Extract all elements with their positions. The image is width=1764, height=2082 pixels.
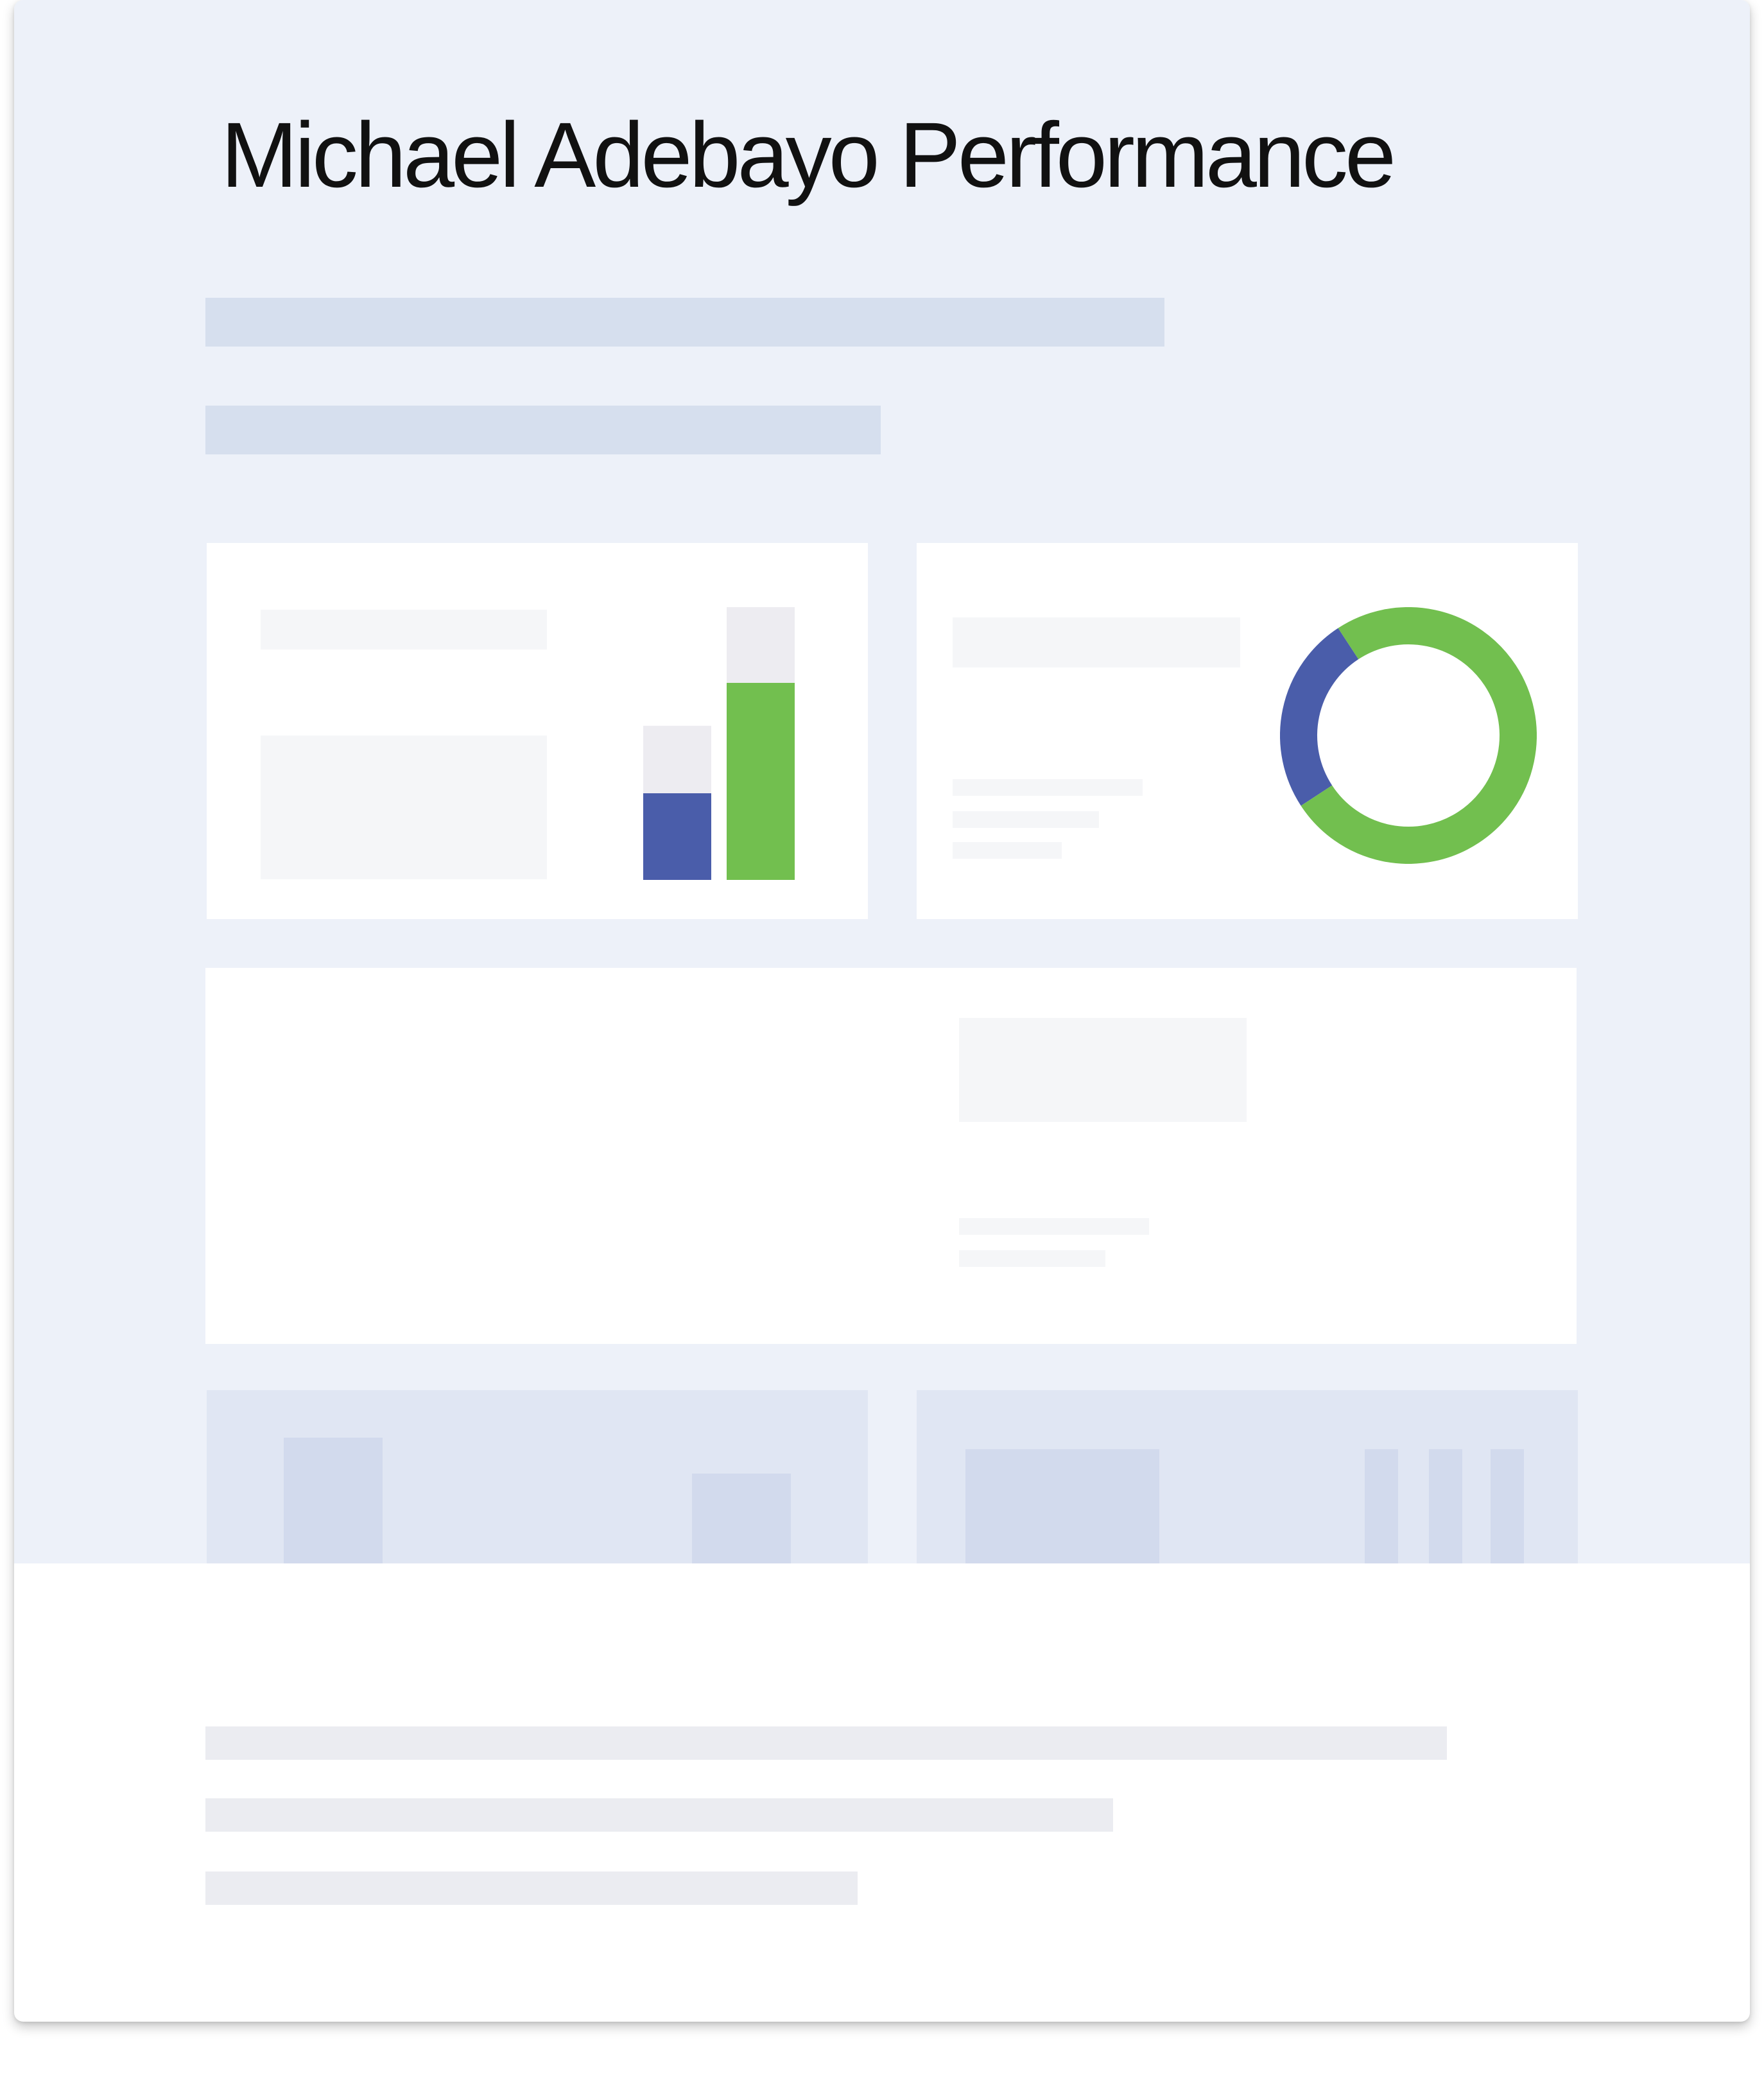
bar xyxy=(727,683,795,880)
summary-block-skeleton xyxy=(959,1018,1247,1122)
report-card: Michael Adebayo Performance xyxy=(14,0,1750,2022)
bar-chart-panel xyxy=(207,543,868,919)
footer-skeleton-line xyxy=(205,1871,858,1905)
footer-skeleton-line xyxy=(205,1798,1113,1832)
panel-heading-skeleton xyxy=(953,617,1240,667)
report-title: Michael Adebayo Performance xyxy=(221,103,1396,207)
footer-skeleton-line xyxy=(205,1726,1447,1760)
faded-bar xyxy=(692,1474,791,1563)
legend-skeleton-line xyxy=(953,842,1062,859)
bar-chart xyxy=(643,607,795,880)
donut-chart-panel xyxy=(917,543,1578,919)
panel-value-skeleton xyxy=(261,736,547,879)
summary-skeleton-line xyxy=(959,1218,1149,1235)
legend-skeleton-line xyxy=(953,811,1099,828)
donut-chart xyxy=(1280,607,1537,864)
faded-bar xyxy=(1491,1449,1524,1563)
faded-panel-right xyxy=(917,1390,1578,1563)
report-preview-area: Michael Adebayo Performance xyxy=(14,0,1750,1563)
faded-panel-left xyxy=(207,1390,868,1563)
panel-heading-skeleton xyxy=(261,610,547,650)
summary-skeleton-line xyxy=(959,1250,1105,1267)
header-skeleton-line xyxy=(205,298,1164,347)
donut-slice xyxy=(1280,628,1359,806)
faded-bar xyxy=(1365,1449,1398,1563)
bar xyxy=(643,793,711,880)
wide-summary-panel xyxy=(205,968,1577,1344)
faded-bar xyxy=(284,1438,383,1563)
legend-skeleton-line xyxy=(953,779,1143,796)
faded-block xyxy=(965,1449,1159,1563)
header-skeleton-line xyxy=(205,406,881,454)
faded-bar xyxy=(1429,1449,1462,1563)
